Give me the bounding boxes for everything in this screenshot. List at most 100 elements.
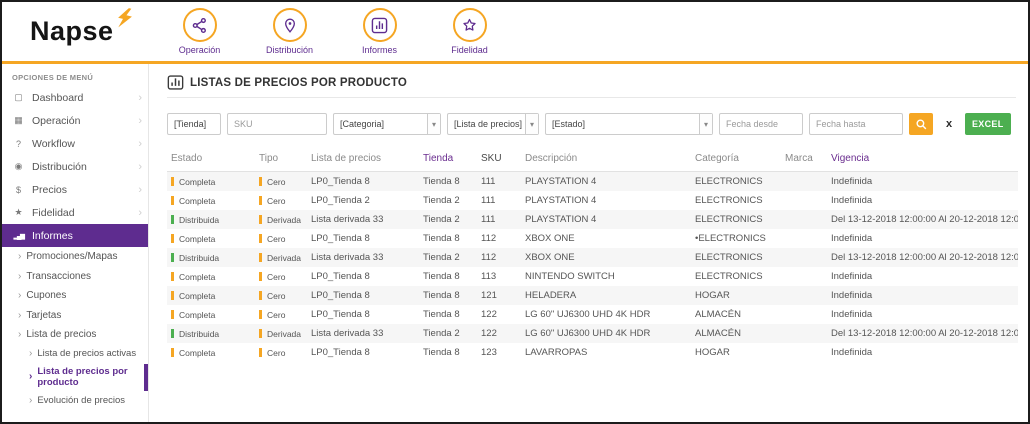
topnav-item-informes[interactable]: Informes xyxy=(348,8,412,55)
sidebar-item-dashboard[interactable]: ▢ Dashboard › xyxy=(2,86,148,109)
sidebar-item-label: Lista de precios por producto xyxy=(37,365,128,389)
grid-icon: ▦ xyxy=(14,115,23,125)
estado-value: Distribuida xyxy=(179,214,220,225)
question-icon: ? xyxy=(15,138,21,149)
cell-sku: 111 xyxy=(481,176,496,187)
cell-marca xyxy=(781,343,827,362)
estado-value: Distribuida xyxy=(179,328,220,339)
search-button[interactable] xyxy=(909,113,933,135)
sidebar-item-label: Fidelidad xyxy=(32,206,75,219)
sidebar-item-distribucion[interactable]: ◉ Distribución › xyxy=(2,155,148,178)
table-row[interactable]: Completa Cero LP0_Tienda 8 Tienda 8 123 LAVAR… xyxy=(167,343,1018,362)
table-row[interactable]: Distribuida Derivada Lista derivada 33 Tien… xyxy=(167,210,1018,229)
categoria-select[interactable]: [Categoria] ▾ xyxy=(333,113,441,135)
column-header-categoria[interactable]: Categoría xyxy=(691,148,781,172)
sidebar-item-lista-de-precios-por-producto[interactable]: › Lista de precios por producto xyxy=(2,363,148,392)
cell-lista: LP0_Tienda 2 xyxy=(311,195,370,206)
brand-name: Napse xyxy=(30,16,114,46)
estado-select[interactable]: [Estado] ▾ xyxy=(545,113,713,135)
cell-estado: Completa xyxy=(167,305,255,324)
sidebar-menu: ▢ Dashboard › ▦ Operación ›? Workflow › ◉ Distrib… xyxy=(2,86,148,410)
sidebar-item-lista-de-precios[interactable]: › Lista de precios xyxy=(2,325,148,345)
column-header-vigencia[interactable]: Vigencia xyxy=(827,148,1018,172)
sidebar-item-cupones[interactable]: › Cupones xyxy=(2,286,148,306)
star-icon: ★ xyxy=(14,207,23,217)
cell-lista: LP0_Tienda 8 xyxy=(311,347,370,358)
cell-lista: Lista derivada 33 xyxy=(311,214,384,225)
sku-input[interactable] xyxy=(227,113,327,135)
tienda-input[interactable] xyxy=(167,113,221,135)
status-bar xyxy=(171,233,174,243)
excel-button[interactable]: EXCEL xyxy=(965,113,1011,135)
table-row[interactable]: Completa Cero LP0_Tienda 8 Tienda 8 122 LG 60… xyxy=(167,305,1018,324)
topnav-item-fidelidad[interactable]: Fidelidad xyxy=(438,8,502,55)
cell-tipo: Derivada xyxy=(255,324,307,343)
status-bar xyxy=(259,214,262,224)
bars-icon: ▂▄▆ xyxy=(13,232,25,240)
cell-sku: 112 xyxy=(481,252,497,263)
cell-marca xyxy=(781,229,827,248)
column-header-marca[interactable]: Marca xyxy=(781,148,827,172)
status-bar xyxy=(171,176,174,186)
brand-logo[interactable]: Napse xyxy=(30,8,132,47)
column-header-descripcion[interactable]: Descripción xyxy=(521,148,691,172)
topnav-item-distribucion[interactable]: Distribución xyxy=(258,8,322,55)
tipo-value: Cero xyxy=(267,176,286,187)
sidebar-item-transacciones[interactable]: › Transacciones xyxy=(2,267,148,287)
cell-tienda: Tienda 2 xyxy=(423,252,460,263)
cell-sku: 122 xyxy=(481,328,497,339)
cell-vigencia: Del 13-12-2018 12:00:00 Al 20-12-2018 12… xyxy=(831,328,1018,339)
cell-estado: Completa xyxy=(167,343,255,362)
column-header-estado[interactable]: Estado xyxy=(167,148,255,172)
status-bar xyxy=(259,290,262,300)
column-header-lista-de-precios[interactable]: Lista de precios xyxy=(307,148,419,172)
sidebar-item-informes[interactable]: ▂▄▆ Informes xyxy=(2,224,148,247)
fecha-desde-input[interactable] xyxy=(719,113,803,135)
fecha-hasta-input[interactable] xyxy=(809,113,903,135)
tipo-value: Cero xyxy=(267,347,286,358)
table-row[interactable]: Completa Cero LP0_Tienda 8 Tienda 8 121 HELAD… xyxy=(167,286,1018,305)
table-row[interactable]: Completa Cero LP0_Tienda 2 Tienda 2 111 PLAYS… xyxy=(167,191,1018,210)
cell-categoria: ALMACÉN xyxy=(695,309,741,320)
sidebar-item-promociones-mapas[interactable]: › Promociones/Mapas xyxy=(2,247,148,267)
table-row[interactable]: Distribuida Derivada Lista derivada 33 Tien… xyxy=(167,248,1018,267)
cell-estado: Distribuida xyxy=(167,210,255,229)
sidebar-item-workflow[interactable]: ? Workflow › xyxy=(2,132,148,155)
cell-lista: LP0_Tienda 8 xyxy=(311,271,370,282)
tipo-value: Cero xyxy=(267,290,286,301)
cell-vigencia: Indefinida xyxy=(831,176,873,187)
table-row[interactable]: Completa Cero LP0_Tienda 8 Tienda 8 111 PLAYS… xyxy=(167,171,1018,191)
main-content: LISTAS DE PRECIOS POR PRODUCTO [Categori… xyxy=(149,64,1028,422)
sidebar-item-fidelidad[interactable]: ★ Fidelidad › xyxy=(2,201,148,224)
column-header-sku[interactable]: SKU xyxy=(477,148,521,172)
estado-value: Completa xyxy=(179,309,216,320)
table-row[interactable]: Completa Cero LP0_Tienda 8 Tienda 8 113 NINTE… xyxy=(167,267,1018,286)
cell-lista: LP0_Tienda 8 xyxy=(311,233,370,244)
tipo-value: Cero xyxy=(267,309,286,320)
estado-value: Completa xyxy=(179,271,216,282)
status-bar xyxy=(171,271,174,281)
sidebar-item-evolucion-de-precios[interactable]: › Evolución de precios xyxy=(2,391,148,410)
sidebar-item-tarjetas[interactable]: › Tarjetas xyxy=(2,306,148,326)
tipo-value: Cero xyxy=(267,271,286,282)
clear-button[interactable]: x xyxy=(939,113,959,135)
top-bar: Napse Operación Distribución Informes Fidel… xyxy=(2,2,1028,64)
cell-sku: 111 xyxy=(481,214,496,225)
column-header-tienda[interactable]: Tienda xyxy=(419,148,477,172)
table-row[interactable]: Distribuida Derivada Lista derivada 33 Tien… xyxy=(167,324,1018,343)
topnav-item-operacion[interactable]: Operación xyxy=(168,8,232,55)
sidebar-item-lista-de-precios-activas[interactable]: › Lista de precios activas xyxy=(2,345,148,364)
cell-lista: Lista derivada 33 xyxy=(311,252,384,263)
sidebar-item-precios[interactable]: $ Precios › xyxy=(2,178,148,201)
status-bar xyxy=(171,252,174,262)
column-header-tipo[interactable]: Tipo xyxy=(255,148,307,172)
table-row[interactable]: Completa Cero LP0_Tienda 8 Tienda 8 112 XBOX … xyxy=(167,229,1018,248)
topnav-label: Distribución xyxy=(266,45,314,55)
status-bar xyxy=(259,347,262,357)
status-bar xyxy=(259,328,262,338)
sidebar-item-operacion[interactable]: ▦ Operación › xyxy=(2,109,148,132)
cell-descripcion: PLAYSTATION 4 xyxy=(525,176,597,187)
cell-categoria: ELECTRONICS xyxy=(695,176,763,187)
lista-precios-select[interactable]: [Lista de precios] ▾ xyxy=(447,113,539,135)
tipo-value: Cero xyxy=(267,195,286,206)
